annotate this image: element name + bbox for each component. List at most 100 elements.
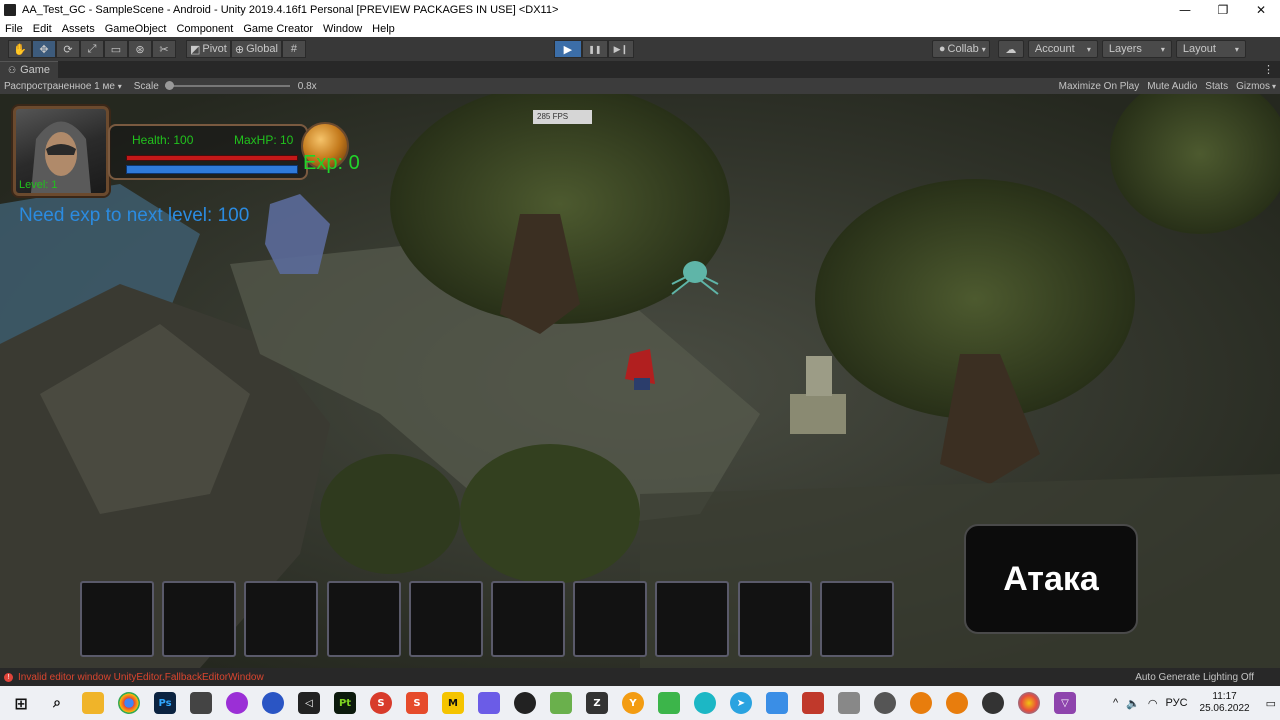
lighting-status[interactable]: Auto Generate Lighting Off (1135, 672, 1280, 683)
layout-dropdown[interactable]: Layout ▾ (1175, 40, 1246, 58)
display-dropdown[interactable]: Распространенное 1 ме ▾ (0, 81, 126, 92)
inventory-slot[interactable] (655, 581, 730, 657)
pause-button[interactable]: ❚❚ (581, 40, 608, 58)
settings-app-icon[interactable] (694, 692, 716, 714)
file-explorer-icon[interactable] (82, 692, 104, 714)
photoshop-icon[interactable]: Ps (154, 692, 176, 714)
y-app-icon[interactable]: Y (622, 692, 644, 714)
s-app-icon[interactable]: S (370, 692, 392, 714)
global-toggle[interactable]: ⊕ Global (230, 40, 282, 58)
error-message: Invalid editor window UnityEditor.Fallba… (18, 671, 264, 683)
zbrush-icon[interactable]: Z (586, 692, 608, 714)
wifi-icon[interactable]: ◠ (1148, 697, 1158, 710)
inventory-slot[interactable] (162, 581, 237, 657)
unity-taskbar-icon[interactable]: ◁ (298, 692, 320, 714)
vpn-icon[interactable]: ▽ (1054, 692, 1076, 714)
play-button[interactable]: ▶ (553, 40, 582, 58)
menu-gameobject[interactable]: GameObject (100, 23, 172, 35)
scale-slider[interactable] (164, 81, 290, 90)
mute-audio-toggle[interactable]: Mute Audio (1143, 81, 1201, 92)
maximize-on-play-toggle[interactable]: Maximize On Play (1055, 81, 1144, 92)
move-tool-icon[interactable]: ✥ (32, 40, 56, 58)
inventory-slot[interactable] (80, 581, 154, 657)
speaker-icon[interactable]: 🔈 (1126, 697, 1140, 710)
inventory-slot[interactable] (819, 581, 894, 657)
close-button[interactable]: ✕ (1242, 0, 1280, 20)
tab-menu-icon[interactable]: ⋮ (1263, 63, 1274, 76)
spider-enemy (683, 261, 707, 283)
account-dropdown[interactable]: Account ▾ (1027, 40, 1098, 58)
inventory-slot[interactable] (408, 581, 483, 657)
scale-tool-icon[interactable]: ⤢ (80, 40, 104, 58)
gizmos-dropdown[interactable]: Gizmos ▾ (1232, 81, 1280, 92)
inventory-slot[interactable] (573, 581, 648, 657)
cloud-icon: ☁ (1005, 43, 1017, 56)
tab-game[interactable]: ⚇ Game (0, 61, 59, 78)
color-app-icon[interactable] (1018, 692, 1040, 714)
layers-label: Layers (1108, 43, 1142, 55)
cloud-button[interactable]: ☁ (997, 40, 1024, 58)
spiral-app-icon[interactable] (226, 692, 248, 714)
chevron-down-icon: ▾ (1160, 44, 1165, 54)
menu-edit[interactable]: Edit (28, 23, 57, 35)
windows-start-icon[interactable]: ⊞ (10, 692, 32, 714)
blender-alt-icon[interactable] (946, 692, 968, 714)
exp-bar (126, 165, 298, 174)
m-app-icon[interactable]: M (442, 692, 464, 714)
game-viewport[interactable]: Health: 100 MaxHP: 10 Exp: 0 Level: 1 Ne… (0, 94, 1280, 668)
blue-orb-app-icon[interactable] (262, 692, 284, 714)
pivot-icon: ◩ (190, 43, 201, 56)
menu-help[interactable]: Help (367, 23, 400, 35)
display-dropdown-label: Распространенное 1 ме (4, 80, 115, 92)
notifications-icon[interactable]: ▭ (1266, 697, 1276, 710)
minimize-button[interactable]: — (1166, 0, 1204, 20)
wolf-app-icon[interactable] (190, 692, 212, 714)
menu-assets[interactable]: Assets (57, 23, 100, 35)
telegram-icon[interactable]: ➤ (730, 692, 752, 714)
chevron-down-icon: ▾ (1234, 44, 1239, 54)
menu-file[interactable]: File (0, 23, 28, 35)
inventory-slot[interactable] (491, 581, 565, 657)
collab-dropdown[interactable]: ● Collab ▾ (931, 40, 990, 58)
search-icon[interactable]: ⌕ (46, 692, 68, 714)
custom-tool-icon[interactable]: ✂ (152, 40, 176, 58)
hand-tool-icon[interactable]: ✋ (8, 40, 32, 58)
app-store-icon[interactable] (766, 692, 788, 714)
clock[interactable]: 11:17 25.06.2022 (1200, 691, 1250, 715)
inventory-slot[interactable] (737, 581, 812, 657)
feather-app-icon[interactable] (874, 692, 896, 714)
language-indicator[interactable]: РУС (1166, 697, 1188, 709)
scale-slider-thumb[interactable] (164, 81, 174, 90)
blender-icon[interactable] (910, 692, 932, 714)
transform-tool-icon[interactable]: ⊛ (128, 40, 152, 58)
maximize-button[interactable]: ❐ (1204, 0, 1242, 20)
rect-tool-icon[interactable]: ▭ (104, 40, 128, 58)
chevron-down-icon: ▾ (1271, 81, 1276, 91)
figure-app-icon[interactable] (838, 692, 860, 714)
square-app-icon[interactable] (478, 692, 500, 714)
steam-icon[interactable] (514, 692, 536, 714)
layers-dropdown[interactable]: Layers ▾ (1101, 40, 1172, 58)
rotate-tool-icon[interactable]: ⟳ (56, 40, 80, 58)
attack-button[interactable]: Атака (964, 524, 1138, 634)
grid-app-icon[interactable] (802, 692, 824, 714)
chevron-up-icon[interactable]: ^ (1113, 697, 1118, 709)
drone-app-icon[interactable] (982, 692, 1004, 714)
pycharm-icon[interactable]: Pt (334, 692, 356, 714)
health-bar-fill (127, 156, 297, 160)
menu-component[interactable]: Component (171, 23, 238, 35)
layers-app-icon[interactable] (658, 692, 680, 714)
notepad-icon[interactable] (550, 692, 572, 714)
pivot-toggle[interactable]: ◩ Pivot (186, 40, 231, 58)
console-error[interactable]: ! Invalid editor window UnityEditor.Fall… (0, 672, 264, 683)
menu-game-creator[interactable]: Game Creator (238, 23, 318, 35)
inventory-slot[interactable] (326, 581, 401, 657)
stats-toggle[interactable]: Stats (1201, 81, 1232, 92)
stone-altar-pillar (806, 356, 832, 396)
chrome-icon[interactable] (118, 692, 140, 714)
grid-snap-icon[interactable]: # (281, 40, 306, 58)
step-button[interactable]: ▶❙ (607, 40, 634, 58)
inventory-slot[interactable] (244, 581, 319, 657)
menu-window[interactable]: Window (318, 23, 367, 35)
s-store-icon[interactable]: S (406, 692, 428, 714)
